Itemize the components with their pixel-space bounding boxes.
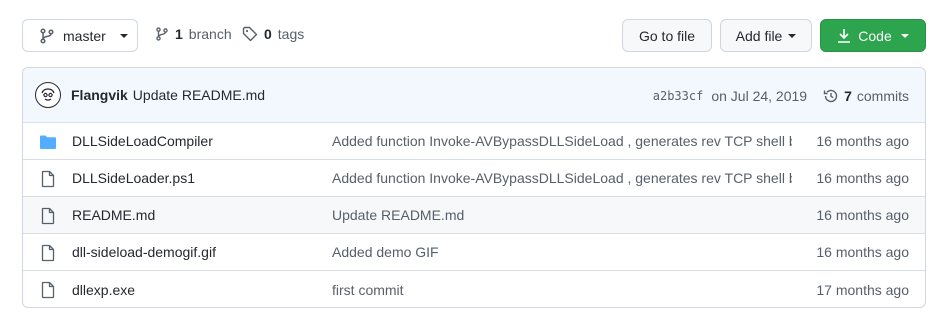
git-branch-icon	[40, 27, 54, 44]
file-icon	[41, 207, 55, 225]
code-label: Code	[858, 27, 892, 44]
commit-meta: a2b33cf on Jul 24, 2019 7 commits	[653, 68, 909, 123]
file-name-link[interactable]: dll-sideload-demogif.gif	[72, 244, 216, 260]
file-commit-age: 16 months ago	[816, 133, 909, 149]
file-name-link[interactable]: dllexp.exe	[72, 282, 135, 298]
file-browser: Flangvik Update README.md a2b33cf on Jul…	[22, 67, 926, 308]
code-button[interactable]: Code	[820, 19, 926, 52]
branch-name: master	[63, 27, 106, 44]
add-file-button[interactable]: Add file	[720, 19, 812, 52]
file-name-link[interactable]: DLLSideLoadCompiler	[72, 133, 213, 149]
git-branch-icon	[156, 27, 168, 41]
file-commit-message-link[interactable]: Added function Invoke-AVBypassDLLSideLoa…	[332, 133, 792, 149]
chevron-down-icon	[788, 33, 797, 38]
file-row: README.md Update README.md 16 months ago	[23, 197, 925, 234]
tag-label: tags	[277, 26, 305, 42]
file-row: dll-sideload-demogif.gif Added demo GIF …	[23, 234, 925, 271]
chevron-down-icon	[900, 33, 909, 38]
file-icon	[41, 281, 55, 299]
commit-date: on Jul 24, 2019	[711, 87, 808, 104]
file-icon	[41, 170, 55, 188]
file-row: DLLSideLoadCompiler Added function Invok…	[23, 123, 925, 160]
branches-link[interactable]: 1 branch	[155, 26, 232, 42]
folder-icon	[40, 135, 56, 149]
repo-toolbar: master 1 branch 0 tags Go to file Add fi…	[0, 0, 940, 60]
file-commit-age: 16 months ago	[816, 207, 909, 223]
commit-count: 7	[844, 87, 852, 104]
file-icon	[41, 244, 55, 262]
file-row: DLLSideLoader.ps1 Added function Invoke-…	[23, 160, 925, 197]
history-icon	[823, 89, 838, 102]
branch-select-button[interactable]: master	[22, 19, 138, 52]
branch-count: 1	[175, 26, 183, 42]
tags-link[interactable]: 0 tags	[242, 26, 304, 42]
download-icon	[838, 28, 851, 43]
file-commit-age: 16 months ago	[816, 170, 909, 186]
commit-sha-link[interactable]: a2b33cf	[653, 89, 704, 103]
go-to-file-button[interactable]: Go to file	[622, 19, 712, 52]
avatar-face-icon	[41, 88, 55, 101]
commits-history-link[interactable]: 7 commits	[823, 88, 909, 104]
commit-message-link[interactable]: Update README.md	[133, 87, 265, 103]
file-commit-age: 16 months ago	[816, 244, 909, 260]
branch-label: branch	[188, 26, 232, 42]
file-commit-message-link[interactable]: first commit	[332, 282, 404, 298]
tag-icon	[242, 26, 258, 42]
add-file-label: Add file	[735, 27, 783, 44]
commit-count-label: commits	[856, 87, 909, 104]
file-commit-age: 17 months ago	[816, 281, 909, 298]
file-name-link[interactable]: README.md	[72, 207, 155, 223]
file-commit-message-link[interactable]: Added function Invoke-AVBypassDLLSideLoa…	[332, 170, 792, 186]
avatar[interactable]	[35, 82, 61, 108]
file-commit-message-link[interactable]: Update README.md	[332, 207, 464, 223]
chevron-down-icon	[119, 33, 128, 38]
file-row: dllexp.exe first commit 17 months ago	[23, 271, 925, 307]
latest-commit-bar: Flangvik Update README.md a2b33cf on Jul…	[23, 68, 925, 123]
file-commit-message-link[interactable]: Added demo GIF	[332, 244, 439, 260]
commit-author-link[interactable]: Flangvik	[71, 87, 128, 103]
tag-count: 0	[264, 26, 272, 42]
file-name-link[interactable]: DLLSideLoader.ps1	[72, 170, 195, 186]
